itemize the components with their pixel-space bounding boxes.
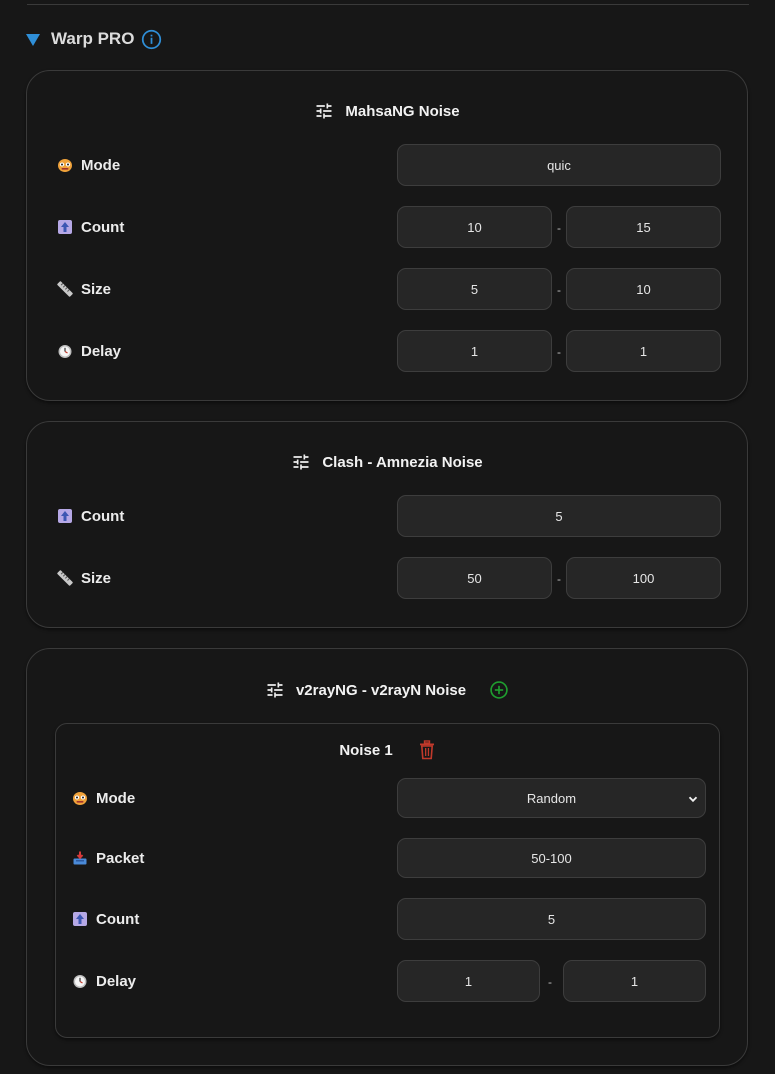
count-row: Count [57,495,124,537]
size-min-value: 5 [470,281,479,297]
timer-icon [58,345,72,358]
mode-value: quic [547,157,571,173]
count-label: Count [57,219,124,236]
mode-input[interactable]: quic [397,144,721,186]
mode-selected-value: Random [526,790,577,806]
delay-row: Delay [57,330,121,372]
mahsang-card-title: MahsaNG Noise [27,101,747,121]
size-max-input[interactable]: 100 [566,557,721,599]
tune-icon [293,454,309,470]
count-row: Count [57,206,124,248]
ruler-icon [57,570,73,586]
delay-min-input[interactable]: 1 [397,960,540,1002]
delay-label-text: Delay [96,972,137,990]
noise-title-text: Noise 1 [339,741,393,759]
count-value: 5 [555,508,563,524]
delay-max-value: 1 [630,973,639,989]
delay-min-value: 1 [464,973,473,989]
packet-input[interactable]: 50-100 [397,838,706,878]
count-label-text: Count [81,218,125,236]
v2ray-card-title: v2rayNG - v2rayN Noise [27,680,747,700]
delay-label: Delay [72,973,136,990]
mode-row: Mode [57,144,120,186]
range-separator: - [548,975,552,989]
mode-select[interactable]: Random [397,778,706,818]
section-title: Warp PRO [51,29,135,48]
warp-pro-settings-page: Warp PRO MahsaNG Noise Mode quic Count 1… [0,0,775,1074]
mask-icon [73,792,87,805]
tune-icon [267,682,283,698]
collapse-triangle-icon[interactable] [26,33,40,46]
delay-row: Delay [72,960,136,1002]
delay-max-value: 1 [639,343,648,359]
packet-label-text: Packet [96,849,145,867]
up-arrow-icon [58,220,72,234]
size-row: Size [57,268,111,310]
count-label-text: Count [81,507,125,525]
warp-pro-section-header[interactable]: Warp PRO [26,27,162,51]
packet-row: Packet [72,838,144,878]
range-separator: - [557,221,561,235]
count-min-value: 10 [467,219,482,235]
count-row: Count [72,898,139,940]
clash-card-title: Clash - Amnezia Noise [27,452,747,472]
size-label: Size [57,281,111,298]
size-max-value: 10 [636,281,651,297]
count-input[interactable]: 5 [397,898,706,940]
count-max-value: 15 [636,219,651,235]
size-max-value: 100 [632,570,655,586]
up-arrow-icon [73,912,87,926]
mode-label-text: Mode [81,156,121,174]
count-label: Count [57,508,124,525]
size-label: Size [57,570,111,587]
v2ray-noise-card: v2rayNG - v2rayN Noise Noise 1 Mode Rand… [26,648,748,1066]
up-arrow-icon [58,509,72,523]
chevron-down-icon [688,796,698,803]
count-label: Count [72,911,139,928]
size-min-input[interactable]: 50 [397,557,552,599]
size-min-input[interactable]: 5 [397,268,552,310]
delay-max-input[interactable]: 1 [566,330,721,372]
tune-icon [316,103,332,119]
delay-min-value: 1 [470,343,479,359]
size-row: Size [57,557,111,599]
mode-label: Mode [57,157,120,174]
count-label-text: Count [96,910,140,928]
info-icon[interactable] [141,29,162,50]
mode-label-text: Mode [96,789,136,807]
delay-max-input[interactable]: 1 [563,960,706,1002]
mode-label: Mode [72,790,135,807]
divider [27,4,749,5]
noise-1-card: Noise 1 Mode Random Packet 50-100 Count … [55,723,720,1038]
timer-icon [73,975,87,988]
size-min-value: 50 [467,570,482,586]
packet-label: Packet [72,850,144,867]
clash-amnezia-noise-card: Clash - Amnezia Noise Count 5 Size 50 - … [26,421,748,628]
trash-icon[interactable] [418,740,436,760]
size-max-input[interactable]: 10 [566,268,721,310]
delay-label: Delay [57,343,121,360]
size-label-text: Size [81,569,112,587]
count-input[interactable]: 5 [397,495,721,537]
mahsang-noise-card: MahsaNG Noise Mode quic Count 10 - 15 Si… [26,70,748,401]
packet-value: 50-100 [531,850,572,866]
count-max-input[interactable]: 15 [566,206,721,248]
delay-min-input[interactable]: 1 [397,330,552,372]
inbox-tray-icon [73,851,87,865]
delay-label-text: Delay [81,342,122,360]
card-title-text: MahsaNG Noise [345,102,460,120]
add-circle-icon[interactable] [489,680,509,700]
range-separator: - [557,283,561,297]
count-value: 5 [547,911,556,927]
card-title-text: Clash - Amnezia Noise [322,453,483,471]
card-title-text: v2rayNG - v2rayN Noise [295,681,467,699]
noise-1-title: Noise 1 [56,740,719,760]
size-label-text: Size [81,280,112,298]
count-min-input[interactable]: 10 [397,206,552,248]
mask-icon [58,159,72,172]
range-separator: - [557,345,561,359]
mode-row: Mode [72,778,135,818]
range-separator: - [557,572,561,586]
ruler-icon [57,281,73,297]
